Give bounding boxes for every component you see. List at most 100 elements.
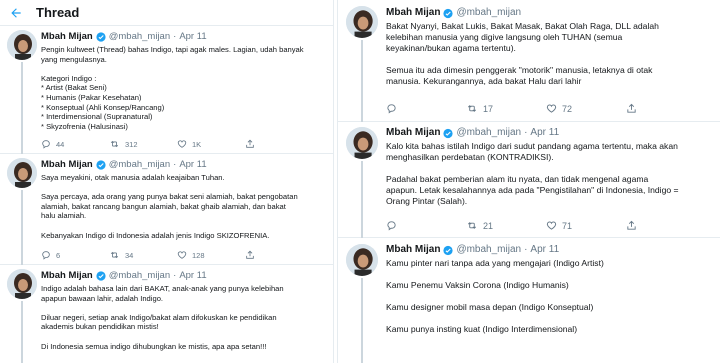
- verified-badge-icon: [96, 159, 106, 170]
- page-title: Thread: [36, 5, 80, 20]
- author-name[interactable]: Mbah Mijan: [41, 270, 93, 281]
- reply-button[interactable]: 44: [41, 139, 109, 149]
- author-handle[interactable]: @mbah_mijan: [456, 127, 521, 138]
- tweet-meta: Mbah Mijan @mbah_mijan · Apr 11: [41, 159, 207, 170]
- like-button[interactable]: 128: [177, 250, 245, 260]
- tweet-line: * Konseptual (Ahli Konsep/Rancang): [41, 102, 165, 112]
- share-button[interactable]: [626, 220, 642, 231]
- like-button[interactable]: 71: [546, 220, 626, 231]
- author-handle[interactable]: @mbah_mijan: [456, 244, 521, 255]
- meta-separator: ·: [524, 244, 528, 255]
- retweet-count: 21: [483, 220, 494, 231]
- tweet-line: Pengin kultweet (Thread) bahas Indigo, t…: [41, 45, 304, 54]
- reply-button[interactable]: 6: [41, 250, 109, 260]
- tweet-text: Saya meyakini, otak manusia adalah keaja…: [41, 173, 331, 240]
- tweet-actions: 21 71: [386, 220, 642, 231]
- share-icon: [246, 139, 254, 148]
- meta-separator: ·: [173, 270, 177, 281]
- author-name[interactable]: Mbah Mijan: [386, 127, 440, 138]
- tweet-line: yang mengulasnya.: [41, 54, 107, 64]
- like-count: 1K: [192, 139, 202, 149]
- author-handle[interactable]: @mbah_mijan: [109, 159, 170, 170]
- reply-button[interactable]: [386, 220, 466, 231]
- like-count: 128: [192, 250, 205, 260]
- tweet-meta: Mbah Mijan @mbah_mijan · Apr 11: [386, 244, 559, 255]
- tweet-text: Indigo adalah bahasa lain dari BAKAT, an…: [41, 284, 331, 351]
- author-handle[interactable]: @mbah_mijan: [109, 31, 170, 42]
- share-button[interactable]: [626, 103, 642, 114]
- verified-badge-icon: [96, 31, 106, 42]
- tweet-text: Bakat Nyanyi, Bakat Lukis, Bakat Masak, …: [386, 21, 718, 87]
- tweet-line: Kategori Indigo :: [41, 73, 97, 83]
- retweet-button[interactable]: 34: [109, 250, 177, 260]
- verified-badge-icon: [96, 270, 106, 281]
- avatar[interactable]: [346, 244, 378, 276]
- tweet-line: Diluar negeri, setiap anak Indigo/bakat …: [41, 312, 277, 322]
- reply-icon: [387, 104, 396, 114]
- retweet-icon: [468, 105, 476, 112]
- heart-icon: [177, 251, 187, 259]
- tweet-line: alamiah, bakat rancang bangun alamiah, b…: [41, 201, 286, 211]
- tweet[interactable]: Mbah Mijan @mbah_mijan Bakat Nyanyi, Bak…: [338, 0, 720, 122]
- like-count: 72: [562, 103, 573, 114]
- tweet[interactable]: Mbah Mijan @mbah_mijan · Apr 11 Saya mey…: [0, 154, 333, 265]
- tweet-line: Indigo adalah bahasa lain dari BAKAT, an…: [41, 284, 284, 293]
- tweet-text: Kamu pinter nari tanpa ada yang mengajar…: [386, 258, 718, 335]
- tweet-line: Kalo kita bahas istilah Indigo dari sudu…: [386, 141, 678, 151]
- tweet-date[interactable]: Apr 11: [530, 127, 559, 138]
- reply-icon: [42, 251, 50, 260]
- author-name[interactable]: Mbah Mijan: [386, 7, 440, 18]
- avatar[interactable]: [7, 158, 37, 188]
- author-name[interactable]: Mbah Mijan: [41, 31, 93, 42]
- retweet-button[interactable]: 21: [466, 220, 546, 231]
- tweet-line: Kamu designer mobil masa depan (Indigo K…: [386, 302, 594, 312]
- author-name[interactable]: Mbah Mijan: [41, 159, 93, 170]
- heart-icon: [546, 221, 557, 230]
- tweet-date[interactable]: Apr 11: [530, 244, 559, 255]
- retweet-button[interactable]: 312: [109, 139, 177, 149]
- verified-badge-icon: [443, 245, 454, 255]
- author-name[interactable]: Mbah Mijan: [386, 244, 440, 255]
- tweet-date[interactable]: Apr 11: [179, 270, 206, 281]
- tweet-actions: 17 72: [386, 103, 642, 114]
- tweet-line: menghasilkan perdebatan (KONTRADIKSI).: [386, 152, 554, 162]
- like-button[interactable]: 72: [546, 103, 626, 114]
- tweet-line: kelebihan manusia yang digive langsung o…: [386, 32, 623, 42]
- verified-badge-icon: [443, 8, 454, 18]
- avatar[interactable]: [7, 269, 37, 299]
- tweet[interactable]: Mbah Mijan @mbah_mijan · Apr 11 Kalo kit…: [338, 122, 720, 238]
- retweet-icon: [110, 140, 119, 148]
- tweet-meta: Mbah Mijan @mbah_mijan · Apr 11: [41, 31, 207, 42]
- meta-separator: ·: [524, 127, 528, 138]
- share-icon: [627, 103, 636, 113]
- reply-button[interactable]: [386, 103, 466, 114]
- tweet-date[interactable]: Apr 11: [179, 31, 206, 42]
- tweet-line: manusia. Kekurangannya, ada bakat Halu d…: [386, 76, 582, 86]
- author-handle[interactable]: @mbah_mijan: [456, 7, 521, 18]
- retweet-count: 17: [483, 103, 494, 114]
- avatar[interactable]: [346, 6, 378, 38]
- tweet-line: Kamu Penemu Vaksin Corona (Indigo Humani…: [386, 280, 569, 290]
- tweet[interactable]: Mbah Mijan @mbah_mijan · Apr 11 Kamu pin…: [338, 238, 720, 363]
- back-arrow-icon[interactable]: [8, 5, 24, 21]
- author-handle[interactable]: @mbah_mijan: [109, 270, 170, 281]
- tweet-meta: Mbah Mijan @mbah_mijan · Apr 11: [41, 270, 207, 281]
- share-button[interactable]: [245, 139, 260, 149]
- retweet-count: 34: [125, 250, 134, 260]
- avatar[interactable]: [346, 127, 378, 159]
- reply-icon: [42, 140, 50, 149]
- tweet-date[interactable]: Apr 11: [179, 159, 206, 170]
- tweet-line: Orang Pintar (Salah).: [386, 196, 468, 206]
- thread-connector: [361, 161, 363, 238]
- tweet-text: Kalo kita bahas istilah Indigo dari sudu…: [386, 141, 718, 207]
- avatar[interactable]: [7, 30, 37, 60]
- share-button[interactable]: [245, 250, 260, 260]
- tweet-line: Saya percaya, ada orang yang punya bakat…: [41, 192, 298, 202]
- tweet-actions: 44 312 1K: [41, 139, 260, 149]
- tweet[interactable]: Mbah Mijan @mbah_mijan · Apr 11 Pengin k…: [0, 26, 333, 154]
- tweet[interactable]: Mbah Mijan @mbah_mijan · Apr 11 Indigo a…: [0, 265, 333, 363]
- like-button[interactable]: 1K: [177, 139, 245, 149]
- retweet-icon: [110, 251, 119, 259]
- retweet-button[interactable]: 17: [466, 103, 546, 114]
- share-icon: [246, 250, 254, 259]
